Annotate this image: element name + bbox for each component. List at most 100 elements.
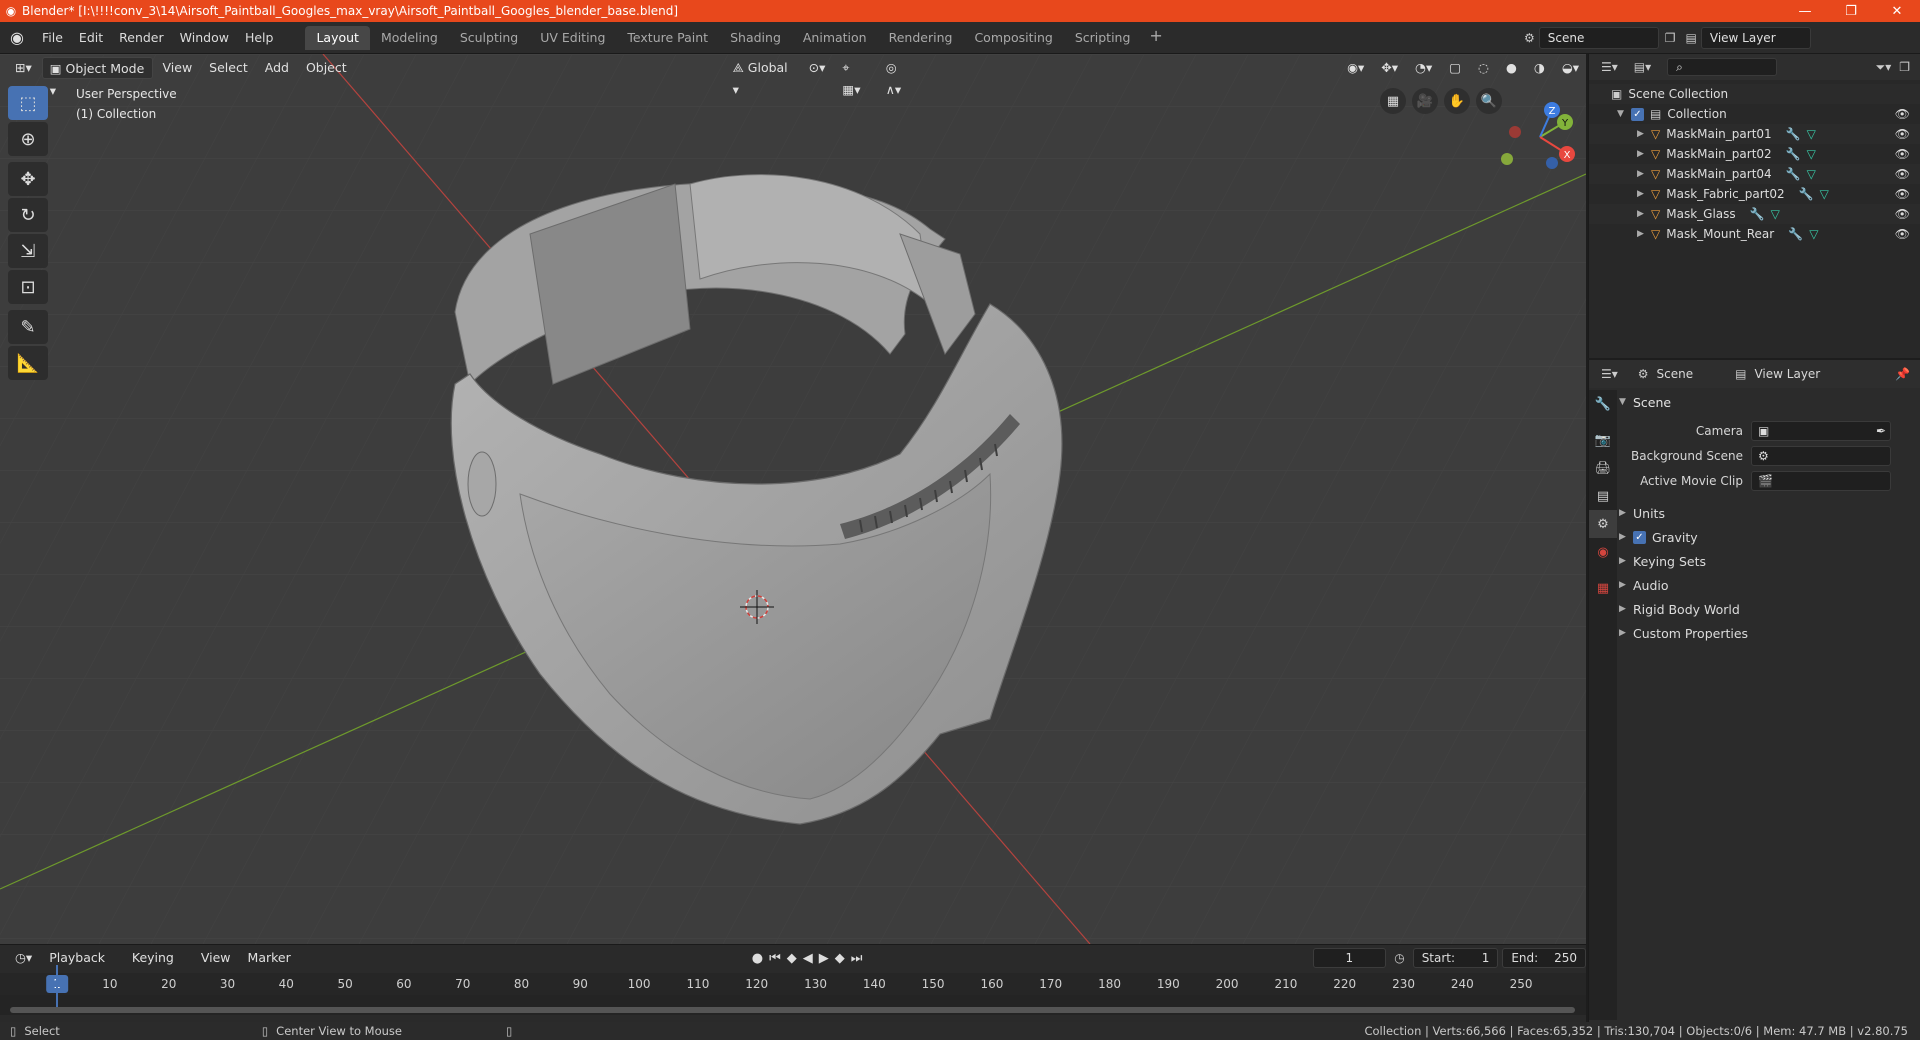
play-reverse-icon[interactable]: ◀ [803,951,813,966]
audio-panel[interactable]: ▶ Audio [1619,573,1919,597]
select-box-tool-icon[interactable]: ⬚ [8,86,48,120]
preview-range-icon[interactable]: ◷ [1394,951,1404,965]
outliner-scene-collection[interactable]: ▣ Scene Collection [1589,84,1920,104]
jump-start-icon[interactable]: ⏮ [769,951,781,966]
menu-help[interactable]: Help [237,26,282,50]
visibility-icon[interactable]: ◉▾ [1340,57,1371,79]
outliner-object-row[interactable]: ▶ ▽ MaskMain_part02 🔧 ▽ 👁 [1589,144,1920,164]
view-layer-field[interactable]: View Layer [1700,27,1811,49]
transform-orientation-dropdown[interactable]: ⟁ Global ▾ [726,57,799,97]
expand-icon[interactable]: ▶ [1637,169,1651,179]
proportional-edit-icon[interactable]: ◎ ∧▾ [879,57,920,97]
outliner-object-row[interactable]: ▶ ▽ Mask_Fabric_part02 🔧 ▽ 👁 [1589,184,1920,204]
end-frame-field[interactable]: End: 250 [1502,948,1586,968]
menu-file[interactable]: File [34,26,71,50]
outliner-object-row[interactable]: ▶ ▽ Mask_Mount_Rear 🔧 ▽ 👁 [1589,224,1920,244]
shading-wireframe-icon[interactable]: ◌ [1471,57,1496,79]
annotate-tool-icon[interactable]: ✎ [8,310,48,344]
properties-view-layer-label[interactable]: View Layer [1754,367,1820,381]
texture-tab-icon[interactable]: ▦ [1589,574,1617,602]
collapse-icon[interactable]: ▼ [1617,109,1631,119]
outliner-object-row[interactable]: ▶ ▽ Mask_Glass 🔧 ▽ 👁 [1589,204,1920,224]
timeline-scrollbar[interactable] [10,1007,1575,1013]
overlay-toggle-icon[interactable]: ◔▾ [1408,57,1439,79]
menu-window[interactable]: Window [172,26,237,50]
jump-end-icon[interactable]: ⏭ [851,951,863,966]
tab-sculpting[interactable]: Sculpting [449,26,529,50]
camera-view-icon[interactable]: 🎥 [1412,88,1438,114]
viewport-menu-object[interactable]: Object [299,57,354,79]
eye-icon[interactable]: 👁 [1895,167,1910,181]
blender-menu-icon[interactable]: ◉ [0,28,34,47]
tab-rendering[interactable]: Rendering [878,26,964,50]
minimize-button[interactable]: — [1782,0,1828,22]
play-icon[interactable]: ▶ [819,951,829,966]
transform-tool-icon[interactable]: ⊡ [8,270,48,304]
pin-icon[interactable]: 📌 [1895,367,1910,381]
mode-dropdown[interactable]: ▣ Object Mode ▾ [41,57,153,98]
viewport-menu-select[interactable]: Select [202,57,255,79]
outliner-object-row[interactable]: ▶ ▽ MaskMain_part01 🔧 ▽ 👁 [1589,124,1920,144]
eye-icon[interactable]: 👁 [1895,147,1910,161]
navigation-gizmo[interactable]: Y Z X [1495,92,1585,182]
filter-icon[interactable]: ⏷▾ [1876,60,1892,75]
tab-scripting[interactable]: Scripting [1064,26,1142,50]
eye-icon[interactable]: 👁 [1895,127,1910,141]
display-mode-icon[interactable]: ▤▾ [1634,60,1651,74]
record-icon[interactable]: ● [752,951,763,966]
tool-tab-icon[interactable]: 🔧 [1589,390,1617,418]
scale-tool-icon[interactable]: ⇲ [8,234,48,268]
next-keyframe-icon[interactable]: ◆ [835,951,845,966]
scene-field[interactable]: Scene [1538,27,1659,49]
timeline-menu-marker[interactable]: Marker [241,947,298,969]
expand-icon[interactable]: ▶ [1637,189,1651,199]
gravity-checkbox[interactable]: ✓ [1633,530,1646,544]
add-workspace-button[interactable]: + [1141,26,1170,50]
tab-compositing[interactable]: Compositing [963,26,1063,50]
maximize-button[interactable]: ❐ [1828,0,1874,22]
render-tab-icon[interactable]: 📷 [1589,426,1617,454]
outliner-editor-type-icon[interactable]: ☰▾ [1601,60,1618,74]
snap-icon[interactable]: ⌖ ▦▾ [835,57,875,97]
expand-icon[interactable]: ▶ [1637,229,1651,239]
menu-edit[interactable]: Edit [71,26,111,50]
eye-icon[interactable]: 👁 [1895,227,1910,241]
eye-icon[interactable]: 👁 [1895,107,1910,121]
gravity-panel[interactable]: ▶ ✓ Gravity [1619,525,1919,549]
playhead-line[interactable] [56,965,58,1007]
shading-material-icon[interactable]: ◑ [1527,57,1552,79]
properties-editor-type-icon[interactable]: ☰▾ [1601,367,1618,381]
background-scene-field[interactable]: ⚙ [1751,445,1891,466]
expand-icon[interactable]: ▶ [1637,209,1651,219]
cursor-tool-icon[interactable]: ⊕ [8,122,48,156]
timeline-menu-keying[interactable]: Keying ▾ [125,947,191,987]
eye-icon[interactable]: 👁 [1895,207,1910,221]
menu-render[interactable]: Render [111,26,172,50]
outliner-search-input[interactable]: ⌕ [1667,58,1778,76]
editor-type-icon[interactable]: ⊞▾ [8,57,39,79]
output-tab-icon[interactable]: 🖨 [1589,454,1617,482]
measure-tool-icon[interactable]: 📐 [8,346,48,380]
pivot-point-icon[interactable]: ⊙▾ [802,57,833,79]
units-panel[interactable]: ▶ Units [1619,501,1919,525]
xray-toggle-icon[interactable]: ▢ [1442,57,1468,79]
3d-viewport[interactable]: ⊞▾ ▣ Object Mode ▾ View Select Add Objec… [0,54,1586,944]
tab-layout[interactable]: Layout [305,25,370,50]
scene-properties-tab-icon[interactable]: ⚙ [1589,510,1617,538]
new-scene-icon[interactable]: ❐ [1665,31,1676,45]
expand-icon[interactable]: ▶ [1637,149,1651,159]
custom-properties-panel[interactable]: ▶ Custom Properties [1619,621,1919,645]
close-button[interactable]: ✕ [1874,0,1920,22]
properties-scene-label[interactable]: Scene [1657,367,1694,381]
view-layer-tab-icon[interactable]: ▤ [1589,482,1617,510]
scene-section-header[interactable]: ▼ Scene [1619,390,1919,414]
pan-view-icon[interactable]: ✋ [1444,88,1470,114]
outliner-object-row[interactable]: ▶ ▽ MaskMain_part04 🔧 ▽ 👁 [1589,164,1920,184]
toggle-camera-view-icon[interactable]: ▦ [1380,88,1406,114]
shading-rendered-icon[interactable]: ◒▾ [1555,57,1586,79]
timeline-ruler[interactable]: 1102030405060708090100110120130140150160… [0,973,1586,995]
eye-icon[interactable]: 👁 [1895,187,1910,201]
tab-texture-paint[interactable]: Texture Paint [616,26,719,50]
tab-shading[interactable]: Shading [719,26,792,50]
tab-animation[interactable]: Animation [792,26,878,50]
